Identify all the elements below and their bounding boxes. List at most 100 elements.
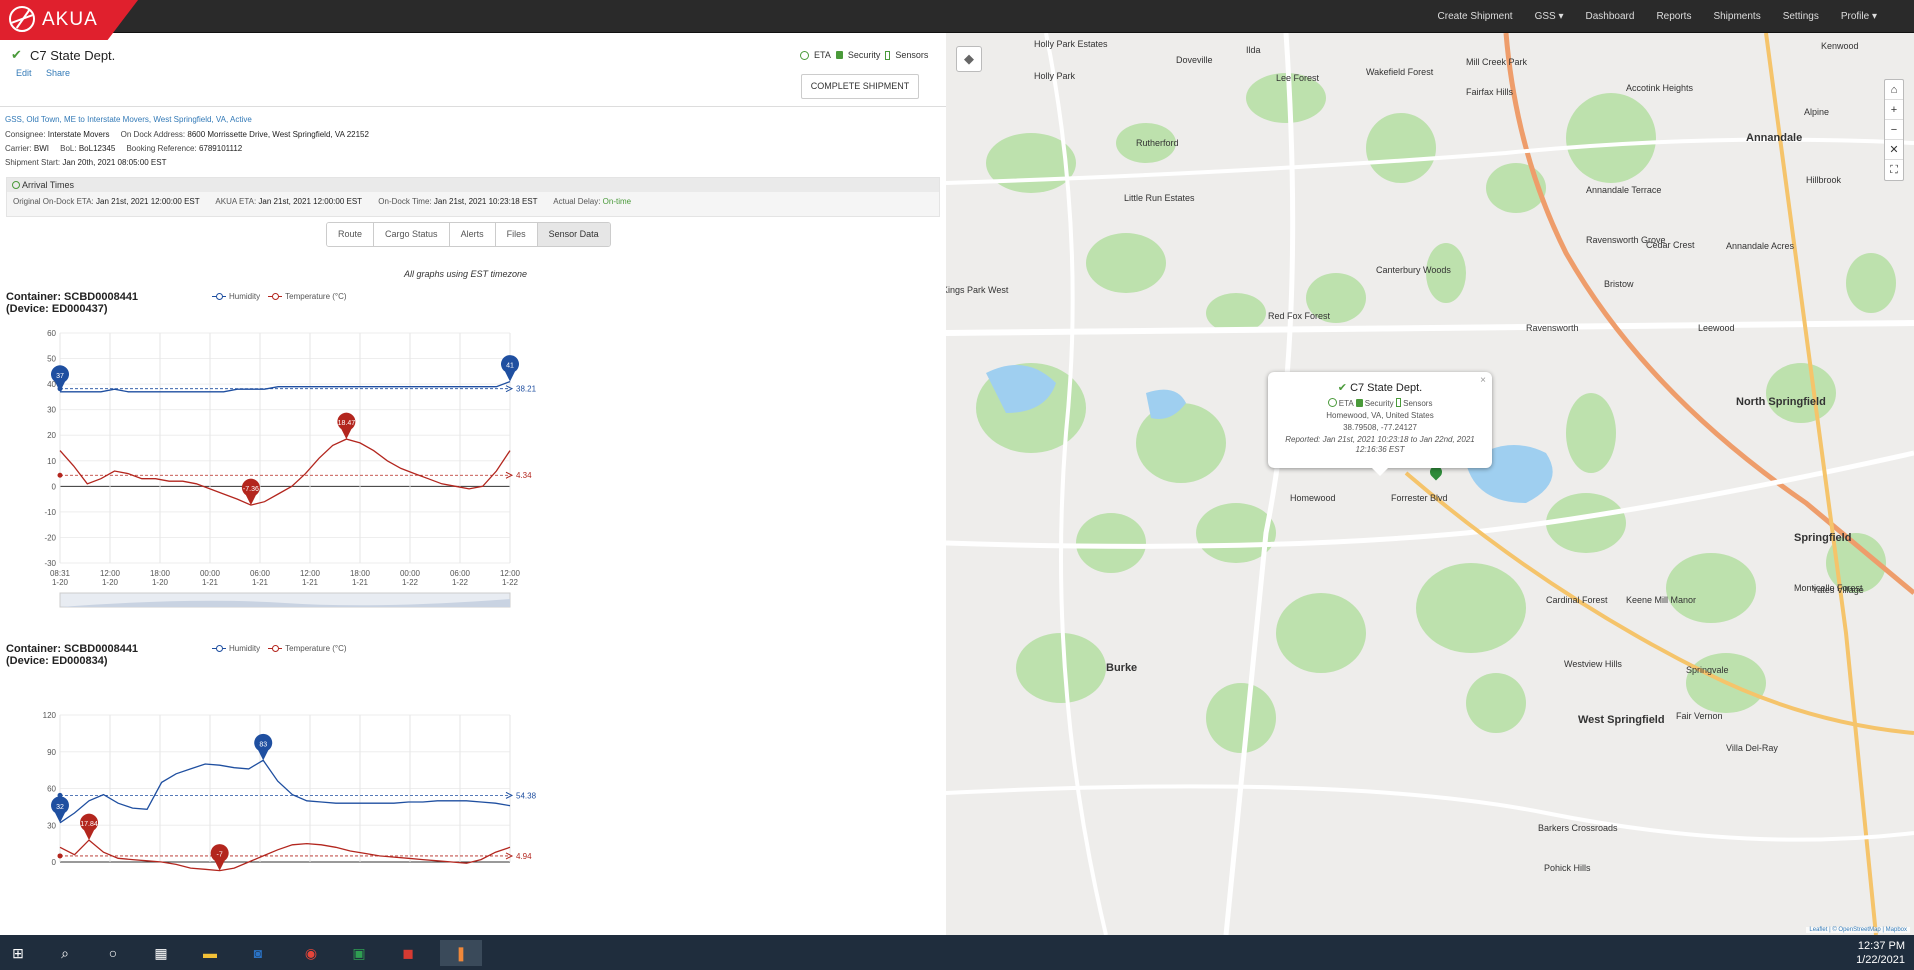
chart1-y-tick: -30 [44, 559, 56, 568]
chart2-avg-start [57, 853, 63, 859]
popup-battery-icon [1395, 398, 1401, 407]
map-park-area [1206, 683, 1276, 753]
tab-sensor-data[interactable]: Sensor Data [537, 223, 610, 246]
map-place-label: Accotink Heights [1626, 83, 1694, 93]
map-place-label: Cardinal Forest [1546, 595, 1608, 605]
logo-icon [9, 6, 35, 32]
chart2-y-tick: 90 [47, 748, 56, 757]
map-place-label: Bristow [1604, 279, 1634, 289]
chart2-series-humidity-line [59, 759, 511, 824]
map-place-label: Canterbury Woods [1376, 265, 1451, 275]
map-attribution[interactable]: Leaflet | © OpenStreetMap | Mapbox [1806, 927, 1910, 933]
chart2-marker-label: 17.84 [80, 821, 98, 828]
chart2-subtitle: (Device: ED000834) [6, 655, 108, 667]
map-place-label: Lee Forest [1276, 73, 1320, 83]
tab-route[interactable]: Route [327, 223, 375, 246]
map-park-area [1416, 563, 1526, 653]
nav-profile[interactable]: Profile ▾ [1830, 11, 1888, 22]
chart1-svg: -30-20-10010203040506008:311-2012:001-20… [44, 329, 537, 608]
status-sensors: Sensors [895, 50, 929, 60]
tab-alerts[interactable]: Alerts [449, 223, 496, 246]
shipment-title: C7 State Dept. [30, 48, 116, 63]
tab-files[interactable]: Files [495, 223, 538, 246]
fit-bounds-icon[interactable]: ✕ [1885, 140, 1903, 160]
map-park-area [1566, 93, 1656, 183]
file-explorer-icon[interactable]: ▬ [197, 940, 223, 966]
windows-start-icon[interactable]: ⊞ [5, 940, 31, 966]
chrome-icon[interactable]: ◉ [298, 940, 324, 966]
map-place-label: Ravensworth [1526, 323, 1579, 333]
chart2-avg-label: 54.38 [516, 791, 537, 800]
zoom-out-button[interactable]: − [1885, 120, 1903, 140]
map-place-label: Annandale [1746, 132, 1802, 144]
chart1-x-tick: 08:31 [50, 569, 71, 578]
share-link[interactable]: Share [46, 68, 70, 78]
route-line[interactable]: GSS, Old Town, ME to Interstate Movers, … [5, 115, 252, 124]
map-canvas[interactable]: Holly Park Estates Holly Park Ilda Dovevill… [946, 33, 1914, 935]
edit-link[interactable]: Edit [16, 68, 32, 78]
chart1-x-tick-date: 1-22 [402, 578, 419, 587]
map-place-label: Yates Village [1812, 585, 1864, 595]
chart2-marker: 17.84 [80, 813, 99, 841]
map-place-label: Keene Mill Manor [1626, 595, 1696, 605]
popup-location: Homewood, VA, United States [1326, 411, 1434, 420]
nav-shipments[interactable]: Shipments [1702, 11, 1771, 22]
chart1-y-tick: 30 [47, 406, 56, 415]
legend-humidity[interactable]: Humidity [212, 292, 260, 301]
project-icon[interactable]: ▣ [346, 940, 372, 966]
chart1-marker-label: 37 [56, 373, 64, 380]
search-icon[interactable]: ⌕ [52, 940, 78, 966]
legend-temperature[interactable]: Temperature (°C) [268, 292, 347, 301]
map-park-area [1846, 253, 1896, 313]
map-road-main [946, 320, 1914, 336]
app-active-icon[interactable]: ❚ [440, 940, 482, 966]
chart1-y-tick: 60 [47, 329, 56, 338]
nav-dashboard[interactable]: Dashboard [1575, 11, 1646, 22]
chart2-marker: 83 [254, 733, 273, 761]
popup-reported: Reported: Jan 21st, 2021 10:23:18 to Jan… [1285, 435, 1475, 454]
outlook-icon[interactable]: ◙ [245, 940, 271, 966]
nav-settings[interactable]: Settings [1772, 11, 1830, 22]
map-view[interactable]: Holly Park Estates Holly Park Ilda Dovevill… [946, 33, 1914, 935]
chart1-title-block: Container: SCBD0008441 (Device: ED000437… [6, 291, 138, 315]
fullscreen-icon[interactable]: ⛶ [1885, 160, 1903, 180]
map-place-label: West Springfield [1578, 714, 1665, 726]
zoom-in-button[interactable]: + [1885, 100, 1903, 120]
legend-humidity-2[interactable]: Humidity [212, 644, 260, 653]
chart1-x-tick-date: 1-21 [302, 578, 319, 587]
map-place-label: Annandale Terrace [1586, 185, 1661, 195]
cortana-icon[interactable]: ○ [100, 940, 126, 966]
nav-gss[interactable]: GSS ▾ [1524, 11, 1575, 22]
nav-create-shipment[interactable]: Create Shipment [1427, 11, 1524, 22]
chart1-x-tick: 18:00 [350, 569, 371, 578]
chart1-y-tick: 20 [47, 431, 56, 440]
map-park-area [1076, 513, 1146, 573]
chart1-marker-label: 18.47 [338, 420, 356, 427]
popup-close-icon[interactable]: × [1480, 375, 1486, 386]
chart1-avg-start [57, 472, 63, 478]
task-view-icon[interactable]: ▦ [148, 940, 174, 966]
complete-shipment-button[interactable]: COMPLETE SHIPMENT [801, 74, 919, 99]
solidworks-icon[interactable]: ◼ [395, 940, 421, 966]
system-clock[interactable]: 12:37 PM 1/22/2021 [1856, 939, 1905, 967]
shipment-tabs: Route Cargo Status Alerts Files Sensor D… [326, 222, 611, 247]
chart2-marker-label: 32 [56, 804, 64, 811]
map-place-label: Leewood [1698, 323, 1735, 333]
chart2-y-tick: 120 [43, 711, 57, 720]
chart1-x-tick: 12:00 [100, 569, 121, 578]
nav-reports[interactable]: Reports [1645, 11, 1702, 22]
clock-icon [12, 181, 20, 189]
chart1-x-tick-date: 1-22 [502, 578, 519, 587]
arrival-times-heading[interactable]: Arrival Times [7, 178, 939, 192]
map-place-label: Fair Vernon [1676, 711, 1723, 721]
legend-temperature-2[interactable]: Temperature (°C) [268, 644, 347, 653]
chart1-legend: Humidity Temperature (°C) [212, 292, 347, 301]
map-place-label: Kenwood [1821, 41, 1859, 51]
home-icon[interactable]: ⌂ [1885, 80, 1903, 100]
layers-icon[interactable]: ◆ [956, 46, 982, 72]
popup-eta-icon [1327, 398, 1337, 407]
chart1-x-tick: 12:00 [300, 569, 321, 578]
chart1-x-tick: 06:00 [250, 569, 271, 578]
tab-cargo-status[interactable]: Cargo Status [374, 223, 450, 246]
map-place-label: Fairfax Hills [1466, 87, 1514, 97]
